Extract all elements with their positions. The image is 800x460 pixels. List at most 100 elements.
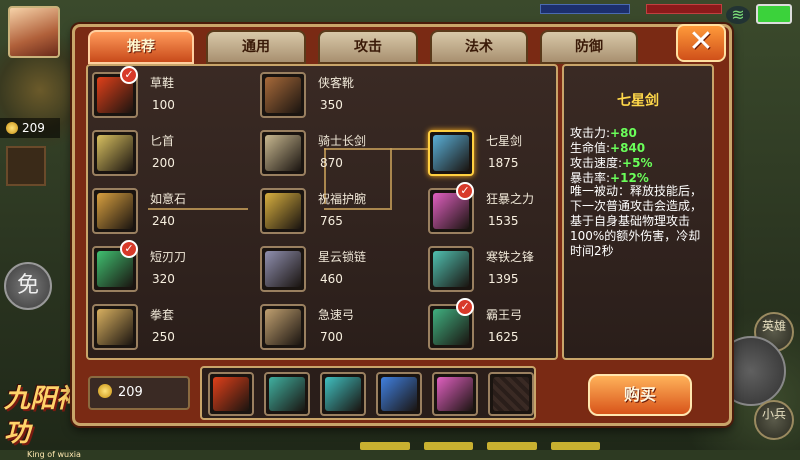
item-name: 草鞋 — [150, 76, 175, 90]
recipe-item-art — [381, 377, 417, 411]
battery-icon — [756, 4, 792, 24]
item-icon[interactable] — [92, 188, 138, 234]
item-name: 狂暴之力 — [486, 192, 535, 206]
shop-item-xingyun[interactable]: 星云锁链 460 — [258, 242, 418, 298]
item-price: 100 — [152, 98, 175, 112]
item-icon[interactable] — [260, 72, 306, 118]
recipe-slot[interactable] — [264, 372, 310, 416]
item-art — [265, 77, 301, 113]
hud-gold-value: 209 — [22, 121, 45, 135]
empty-slot — [493, 377, 529, 411]
item-art — [265, 193, 301, 229]
item-detail-panel: 七星剑 攻击力:+80 生命值:+840 攻击速度:+5% 暴击率:+12% 唯… — [562, 64, 714, 360]
item-price: 350 — [320, 98, 343, 112]
shop-item-caoxie[interactable]: ✓ 草鞋 100 — [90, 66, 250, 124]
item-price: 700 — [320, 330, 343, 344]
recipe-bar — [200, 366, 536, 420]
coin-icon — [98, 384, 112, 398]
tab-attack[interactable]: 攻击 — [318, 30, 418, 64]
shop-item-jisugong[interactable]: 急速弓 700 — [258, 300, 418, 356]
mian-button[interactable]: 免 — [4, 262, 52, 310]
mana-bar — [540, 4, 630, 14]
shop-item-quantao[interactable]: 拳套 250 — [90, 300, 250, 356]
logo-text: 九阳神功 — [4, 384, 83, 448]
item-name: 如意石 — [150, 192, 187, 206]
item-name: 星云锁链 — [318, 250, 367, 264]
item-art — [265, 135, 301, 171]
owned-check-icon: ✓ — [456, 298, 474, 316]
item-price: 870 — [320, 156, 343, 170]
skill-bar — [360, 442, 600, 450]
health-bar — [646, 4, 722, 14]
close-button[interactable]: ✕ — [676, 24, 726, 62]
shop-item-ruyishi[interactable]: 如意石 240 — [90, 184, 250, 240]
item-name: 祝福护腕 — [318, 192, 367, 206]
tab-general[interactable]: 通用 — [206, 30, 306, 64]
buy-button[interactable]: 购买 — [588, 374, 692, 416]
tab-recommended[interactable]: 推荐 — [88, 30, 194, 64]
coin-icon — [6, 122, 18, 134]
gold-balance: 209 — [88, 376, 190, 410]
shop-item-qishichangjian[interactable]: 骑士长剑 870 — [258, 126, 418, 182]
item-art — [265, 309, 301, 345]
item-name: 急速弓 — [318, 308, 355, 322]
tab-magic[interactable]: 法术 — [430, 30, 528, 64]
shop-item-zhufuhuwan[interactable]: 祝福护腕 765 — [258, 184, 418, 240]
item-price: 765 — [320, 214, 343, 228]
passive-description: 唯一被动：释放技能后，下一次普通攻击会造成，基于自身基础物理攻击100%的额外伤… — [570, 184, 703, 258]
hud-gold-display: 209 — [0, 118, 60, 138]
shop-item-xiakexue[interactable]: 侠客靴 350 — [258, 68, 418, 124]
tab-defense[interactable]: 防御 — [540, 30, 638, 64]
recipe-slot[interactable] — [208, 372, 254, 416]
shop-tabs: 推荐 通用 攻击 法术 防御 — [88, 30, 638, 64]
item-price: 1535 — [488, 214, 519, 228]
owned-check-icon: ✓ — [120, 66, 138, 84]
item-art — [265, 251, 301, 287]
item-name: 霸王弓 — [486, 308, 523, 322]
owned-check-icon: ✓ — [456, 182, 474, 200]
item-price: 200 — [152, 156, 175, 170]
item-icon[interactable] — [260, 188, 306, 234]
item-name: 寒铁之锋 — [486, 250, 535, 264]
item-art — [433, 251, 469, 287]
item-icon[interactable] — [92, 304, 138, 350]
wifi-icon: ≋ — [726, 6, 750, 24]
item-art — [97, 135, 133, 171]
item-name: 匕首 — [150, 134, 175, 148]
recipe-slot[interactable] — [376, 372, 422, 416]
item-price: 1625 — [488, 330, 519, 344]
item-name: 短刃刀 — [150, 250, 187, 264]
recipe-slot[interactable] — [432, 372, 478, 416]
item-icon[interactable] — [260, 246, 306, 292]
hud-map-box[interactable] — [6, 146, 46, 186]
item-grid: ✓ 草鞋 100 侠客靴 350 匕首 200 骑士长剑 870 七星剑 1875 如意石 240 祝福护… — [86, 64, 558, 360]
item-price: 1395 — [488, 272, 519, 286]
owned-check-icon: ✓ — [120, 240, 138, 258]
item-name: 侠客靴 — [318, 76, 355, 90]
item-icon[interactable] — [260, 304, 306, 350]
player-avatar[interactable] — [8, 6, 60, 58]
shop-item-duanrendao[interactable]: ✓ 短刃刀 320 — [90, 240, 250, 298]
shop-item-bishou[interactable]: 匕首 200 — [90, 126, 250, 182]
item-icon[interactable] — [428, 246, 474, 292]
recipe-slot[interactable] — [488, 372, 534, 416]
item-art — [97, 309, 133, 345]
logo-subtitle: King of wuxia — [27, 450, 81, 459]
item-price: 460 — [320, 272, 343, 286]
item-name: 骑士长剑 — [318, 134, 367, 148]
item-price: 250 — [152, 330, 175, 344]
item-icon[interactable] — [428, 130, 474, 176]
recipe-slot[interactable] — [320, 372, 366, 416]
item-art — [433, 135, 469, 171]
recipe-item-art — [437, 377, 473, 411]
gold-balance-value: 209 — [118, 385, 143, 400]
recipe-item-art — [213, 377, 249, 411]
item-price: 320 — [152, 272, 175, 286]
item-name: 七星剑 — [486, 134, 523, 148]
item-name: 拳套 — [150, 308, 175, 322]
recipe-item-art — [269, 377, 305, 411]
soldier-button[interactable]: 小兵 — [754, 400, 794, 440]
item-icon[interactable] — [260, 130, 306, 176]
item-price: 1875 — [488, 156, 519, 170]
item-icon[interactable] — [92, 130, 138, 176]
